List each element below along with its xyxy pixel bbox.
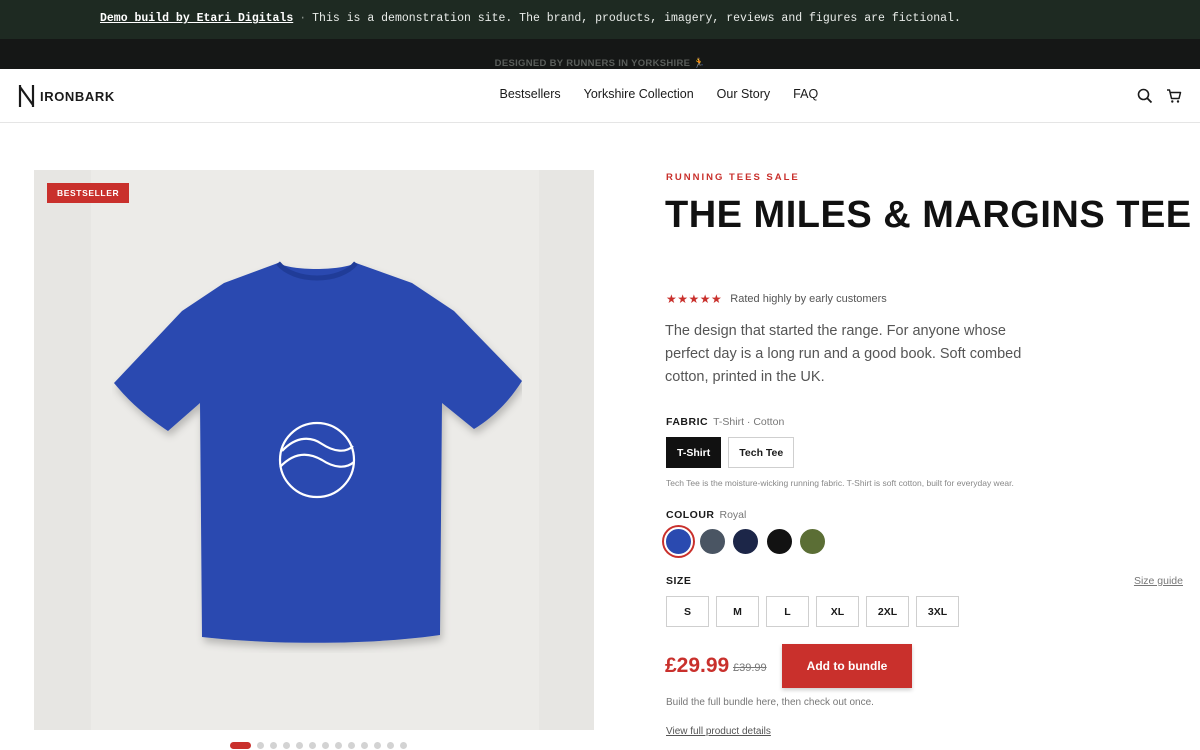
gallery-dot[interactable] <box>400 742 407 749</box>
product-gallery[interactable]: BESTSELLER <box>34 170 594 730</box>
gallery-dot[interactable] <box>348 742 355 749</box>
fabric-option-tshirt[interactable]: T-Shirt <box>666 437 722 468</box>
gallery-dot[interactable] <box>309 742 316 749</box>
swatch-black[interactable] <box>764 527 794 556</box>
gallery-dot[interactable] <box>361 742 368 749</box>
product-eyebrow[interactable]: RUNNING TEES SALE <box>666 172 800 183</box>
fabric-options: T-Shirt Tech Tee <box>666 437 801 468</box>
swatch-royal[interactable] <box>664 527 693 556</box>
gallery-dot[interactable] <box>322 742 329 749</box>
size-option-xl[interactable]: XL <box>816 596 859 627</box>
product-description: The design that started the range. For a… <box>665 323 1022 385</box>
original-price: £39.99 <box>733 662 767 674</box>
fabric-note: Tech Tee is the moisture-wicking running… <box>666 478 1014 488</box>
gallery-dot[interactable] <box>335 742 342 749</box>
size-option-2xl[interactable]: 2XL <box>866 596 909 627</box>
gallery-dot[interactable] <box>374 742 381 749</box>
brand-logo[interactable]: IRONBARK <box>18 83 115 109</box>
bestseller-badge: BESTSELLER <box>47 183 130 203</box>
product-rating: ★★★★★ Rated highly by early customers <box>666 292 887 306</box>
fabric-label: FABRIC T-Shirt · Cotton <box>666 416 784 428</box>
gallery-dot[interactable] <box>283 742 290 749</box>
search-icon[interactable] <box>1137 88 1153 104</box>
brand-name: IRONBARK <box>40 88 115 104</box>
star-rating-icon: ★★★★★ <box>666 292 723 306</box>
size-options: S M L XL 2XL 3XL <box>666 596 966 627</box>
nav-bestsellers[interactable]: Bestsellers <box>500 87 561 101</box>
main-nav: Bestsellers Yorkshire Collection Our Sto… <box>488 87 830 101</box>
swatch-navy[interactable] <box>731 527 760 556</box>
size-label: SIZE <box>666 575 692 587</box>
colour-value: Royal <box>719 509 747 521</box>
product-title: THE MILES & MARGINS TEE <box>665 194 1192 236</box>
gallery-dot-active[interactable] <box>230 742 251 749</box>
product-image[interactable] <box>112 253 522 653</box>
fabric-value: T-Shirt · Cotton <box>713 416 785 428</box>
colour-label: COLOUR Royal <box>666 509 746 521</box>
gallery-dot[interactable] <box>257 742 264 749</box>
swatch-slate[interactable] <box>697 527 727 556</box>
demo-banner-separator: · <box>299 12 307 25</box>
cart-icon[interactable] <box>1166 88 1182 104</box>
demo-banner-link[interactable]: Demo build by Etari Digitals <box>100 12 293 25</box>
announcement-bar: DESIGNED BY RUNNERS IN YORKSHIRE 🏃 <box>0 39 1200 69</box>
gallery-dot[interactable] <box>270 742 277 749</box>
size-option-m[interactable]: M <box>716 596 759 627</box>
nav-yorkshire-collection[interactable]: Yorkshire Collection <box>584 87 694 101</box>
size-option-s[interactable]: S <box>666 596 709 627</box>
nav-faq[interactable]: FAQ <box>793 87 818 101</box>
swatch-olive[interactable] <box>798 527 827 556</box>
current-price: £29.99 <box>665 654 730 677</box>
gallery-dot[interactable] <box>387 742 394 749</box>
rating-text: Rated highly by early customers <box>730 293 887 305</box>
demo-banner-text: This is a demonstration site. The brand,… <box>312 12 961 25</box>
colour-swatches <box>664 527 832 556</box>
demo-banner: Demo build by Etari Digitals · This is a d… <box>0 0 1200 39</box>
gallery-dot[interactable] <box>296 742 303 749</box>
fabric-option-tech-tee[interactable]: Tech Tee <box>728 437 795 468</box>
bundle-note: Build the full bundle here, then check o… <box>666 697 874 708</box>
size-guide-link[interactable]: Size guide <box>1134 575 1183 587</box>
size-option-l[interactable]: L <box>766 596 809 627</box>
gallery-pagination <box>230 742 413 749</box>
view-details-link[interactable]: View full product details <box>666 726 771 737</box>
site-header: IRONBARK Bestsellers Yorkshire Collectio… <box>0 69 1200 123</box>
ironbark-logo-icon <box>18 85 35 107</box>
fabric-label-text: FABRIC <box>666 416 709 428</box>
nav-our-story[interactable]: Our Story <box>717 87 771 101</box>
size-option-3xl[interactable]: 3XL <box>916 596 959 627</box>
add-to-bundle-button[interactable]: Add to bundle <box>782 644 912 688</box>
colour-label-text: COLOUR <box>666 509 715 521</box>
